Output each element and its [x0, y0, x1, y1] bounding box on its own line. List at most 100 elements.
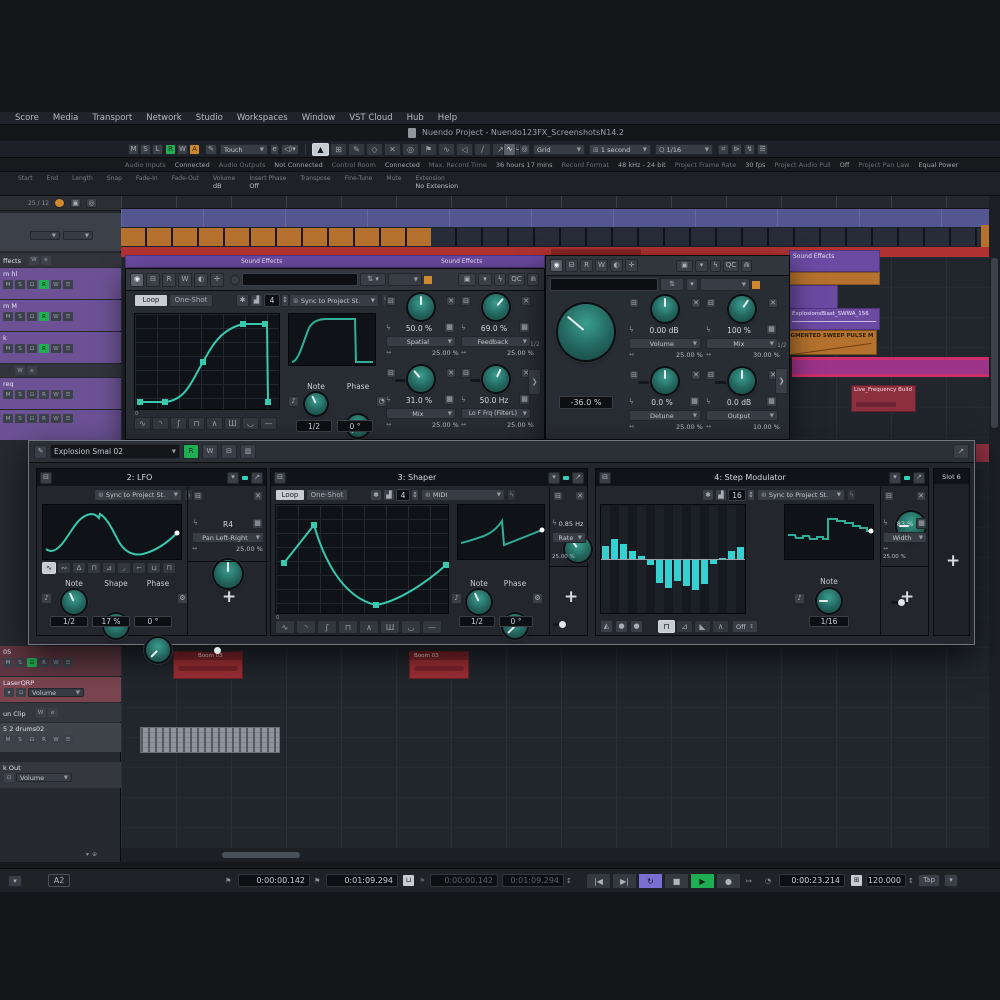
grid-bars-icon[interactable]: ▟: [715, 489, 727, 501]
plugin-color-swatch[interactable]: [424, 276, 432, 284]
chevron-down-icon[interactable]: ▾: [86, 851, 89, 858]
wave-spike-icon[interactable]: ∧: [359, 620, 379, 634]
note-knob[interactable]: [62, 590, 86, 614]
keyboard-icon[interactable]: ▦: [766, 396, 777, 407]
menu-media[interactable]: Media: [46, 113, 86, 123]
bypass-icon[interactable]: ⊟: [461, 296, 471, 306]
wave-flat-icon[interactable]: —: [422, 620, 442, 634]
target-select[interactable]: Pan Left-Right▼: [192, 532, 264, 543]
write-automation-button[interactable]: W: [177, 144, 188, 155]
amount-knob[interactable]: [729, 296, 755, 322]
wave-dip-icon[interactable]: ◡: [242, 417, 259, 430]
play-button[interactable]: ▶: [690, 873, 715, 889]
wave-square-icon[interactable]: ⊓: [338, 620, 358, 634]
step-count-field[interactable]: 4: [264, 294, 280, 307]
quick-controls-button[interactable]: QC: [723, 260, 739, 272]
automation-parameter-select[interactable]: Volume▼: [16, 773, 72, 782]
settings-gear-icon[interactable]: ⚙: [532, 593, 543, 604]
midi-trigger-icon[interactable]: ϟ: [507, 489, 516, 501]
remove-icon[interactable]: ✕: [691, 298, 701, 308]
channel-icon[interactable]: ☰: [63, 658, 73, 667]
bypass-icon[interactable]: ⊟: [706, 370, 716, 380]
clip-midi[interactable]: [140, 727, 280, 753]
wave-comb-icon[interactable]: Ш: [380, 620, 400, 634]
monitor-icon[interactable]: ⊡: [27, 280, 37, 289]
target-select[interactable]: Mix▼: [386, 408, 456, 419]
plugin-color-swatch[interactable]: [752, 281, 760, 289]
right-locator-time[interactable]: 0:01:09.294: [326, 874, 398, 887]
step-ramp-up-icon[interactable]: ⊿: [676, 620, 693, 633]
remove-icon[interactable]: ✕: [768, 298, 778, 308]
lfo-wave-display[interactable]: [42, 504, 182, 560]
wave-scurve-icon[interactable]: ʃ: [170, 417, 187, 430]
add-modulator-button[interactable]: +: [946, 551, 960, 571]
chevron-down-icon[interactable]: ▾: [889, 472, 901, 484]
remove-icon[interactable]: ✕: [521, 296, 531, 306]
info-field[interactable]: ExtensionNo Extension: [415, 175, 458, 190]
grid-time-select[interactable]: ⊞ 1 second▼: [589, 144, 651, 155]
write-button[interactable]: W: [178, 273, 192, 287]
monitor-icon[interactable]: ⊡: [16, 688, 26, 697]
keyboard-icon[interactable]: ▦: [916, 518, 927, 529]
curve-mode-icon[interactable]: ϟ: [706, 398, 711, 406]
status-value[interactable]: Equal Power: [918, 161, 958, 169]
status-value[interactable]: 36 hours 17 mins: [496, 161, 553, 169]
right-locator-flag-icon[interactable]: ⚑: [314, 877, 320, 885]
monitor-icon[interactable]: ⊡: [27, 414, 37, 423]
clip-orange-band[interactable]: [789, 272, 880, 285]
sync-mode-select[interactable]: ⊛ Sync to Project St.▼: [94, 489, 182, 501]
info-field[interactable]: VolumedB: [213, 175, 235, 190]
chevron-down-icon[interactable]: ▾: [4, 688, 14, 697]
write-button[interactable]: W: [595, 259, 608, 272]
wave-spike-icon[interactable]: ∧: [206, 417, 223, 430]
suspend-automation-button[interactable]: e: [270, 144, 279, 155]
compare-icon[interactable]: ◐: [610, 259, 623, 272]
lfo-saw-icon[interactable]: ⊿: [102, 562, 116, 574]
track-row-audio[interactable]: M S ⊡ R W ☰: [0, 410, 121, 440]
step-bar[interactable]: [682, 505, 691, 613]
step-bar[interactable]: [664, 505, 673, 613]
info-field[interactable]: Fine-Tune: [345, 175, 373, 190]
stepper-icon[interactable]: ↕: [908, 877, 914, 885]
track-row-audio[interactable]: req M S ⊡ R W ☰: [0, 378, 121, 409]
bypass-icon[interactable]: ⊟: [565, 259, 578, 272]
grid-type-select[interactable]: Grid▼: [533, 144, 585, 155]
read-button[interactable]: R: [183, 444, 199, 459]
stop-button[interactable]: ■: [664, 873, 689, 889]
step-bar[interactable]: [628, 505, 637, 613]
arranger-badge[interactable]: A2: [48, 874, 70, 887]
target-select[interactable]: Mix▼: [706, 338, 778, 349]
write-button[interactable]: W: [51, 280, 61, 289]
monitor-icon[interactable]: ⊡: [27, 312, 37, 321]
curve-mode-icon[interactable]: ϟ: [629, 326, 634, 334]
target-select[interactable]: Detune▼: [629, 410, 701, 421]
track-row-audio[interactable]: m hl M S ⊡ R W ☰: [0, 268, 121, 299]
nudge-icon[interactable]: ⊳: [731, 144, 742, 155]
write-button[interactable]: W: [51, 735, 61, 744]
range-tool-icon[interactable]: ⊞: [330, 143, 347, 156]
target-select[interactable]: Volume▼: [629, 338, 701, 349]
record-button[interactable]: ●: [716, 873, 741, 889]
track-row-audio[interactable]: m M M S ⊡ R W ☰: [0, 300, 121, 331]
shuffle-triangle-icon[interactable]: ◭: [600, 620, 613, 633]
chevron-down-icon[interactable]: ▾: [695, 260, 708, 272]
clip-boom[interactable]: Boom 03: [173, 651, 243, 679]
amount-knob[interactable]: [214, 560, 242, 588]
horizontal-scrollbar-thumb[interactable]: [222, 852, 300, 858]
menu-window[interactable]: Window: [295, 113, 343, 123]
track-row-folder[interactable]: W e: [0, 364, 121, 377]
menu-studio[interactable]: Studio: [189, 113, 230, 123]
amount-knob[interactable]: [408, 366, 434, 392]
power-icon[interactable]: ◉: [130, 273, 144, 287]
solo-all-button[interactable]: S: [140, 144, 151, 155]
remove-icon[interactable]: ✕: [446, 296, 456, 306]
channel-icon[interactable]: ☰: [63, 735, 73, 744]
menu-network[interactable]: Network: [139, 113, 189, 123]
track-row-selected[interactable]: ▼ ▼: [0, 213, 121, 251]
track-row-automation[interactable]: LaserQRP ▾ ⊡ Volume▼: [0, 677, 121, 702]
solo-button[interactable]: S: [15, 344, 25, 353]
loop-tab[interactable]: Loop: [275, 489, 305, 501]
curve-editor[interactable]: [275, 504, 449, 614]
curve-mode-icon[interactable]: ϟ: [629, 398, 634, 406]
step-bar[interactable]: [736, 505, 745, 613]
